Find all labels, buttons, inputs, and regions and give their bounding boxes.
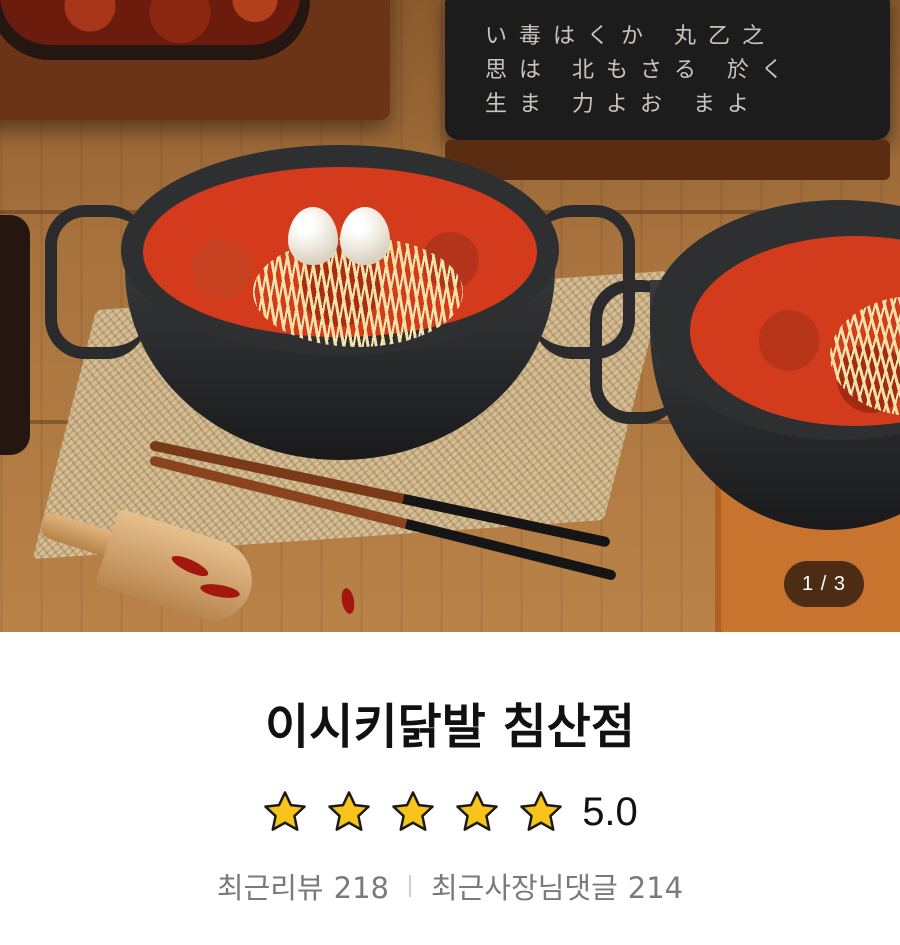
pot-rim <box>121 145 559 355</box>
star-icon <box>520 791 562 831</box>
store-photo-carousel[interactable]: い毒はくか 丸乙之 思は 北もさる 於く 生ま 力よお まよ 1 / 3 <box>0 0 900 632</box>
rating-value: 5.0 <box>582 790 638 834</box>
calligraphy-grill-box: い毒はくか 丸乙之 思は 北もさる 於く 生ま 力よお まよ <box>445 0 890 140</box>
star-icon <box>392 791 434 831</box>
stats-divider <box>408 875 411 897</box>
chopstick-tip <box>404 519 617 581</box>
quail-egg <box>340 207 390 265</box>
noodles <box>830 296 900 416</box>
recent-reviews-label: 최근리뷰 <box>216 871 324 905</box>
main-pot <box>45 145 635 465</box>
second-pot <box>590 200 900 530</box>
store-detail-page: い毒はくか 丸乙之 思は 北もさる 於く 生ま 力よお まよ 1 / 3 이시키… <box>0 0 900 945</box>
spicy-broth <box>690 236 900 426</box>
spicy-broth <box>143 167 537 347</box>
star-icon <box>456 791 498 831</box>
review-stats: 최근리뷰 218 최근사장님댓글 214 <box>0 860 900 912</box>
star-icon <box>264 791 306 831</box>
recent-reviews-count: 218 <box>333 871 389 905</box>
quail-egg <box>288 207 338 265</box>
recent-reviews[interactable]: 최근리뷰 218 <box>217 865 389 907</box>
star-rating <box>262 789 564 835</box>
rating-row: 5.0 <box>0 780 900 844</box>
image-pager-badge: 1 / 3 <box>784 561 864 607</box>
owner-replies-label: 최근사장님댓글 <box>430 871 618 905</box>
owner-replies-count: 214 <box>627 871 684 905</box>
dried-chili <box>339 587 357 615</box>
store-title: 이시키닭발 침산점 <box>265 699 635 755</box>
sizzling-platter-board <box>0 0 390 120</box>
calligraphy-text: い毒はくか 丸乙之 思は 北もさる 於く 生ま 力よお まよ <box>485 24 795 117</box>
owner-replies[interactable]: 최근사장님댓글 214 <box>431 865 683 907</box>
sizzling-platter <box>0 0 310 60</box>
star-icon <box>328 791 370 831</box>
spicy-chicken-feet <box>0 0 300 45</box>
side-dish-edge <box>0 215 30 455</box>
